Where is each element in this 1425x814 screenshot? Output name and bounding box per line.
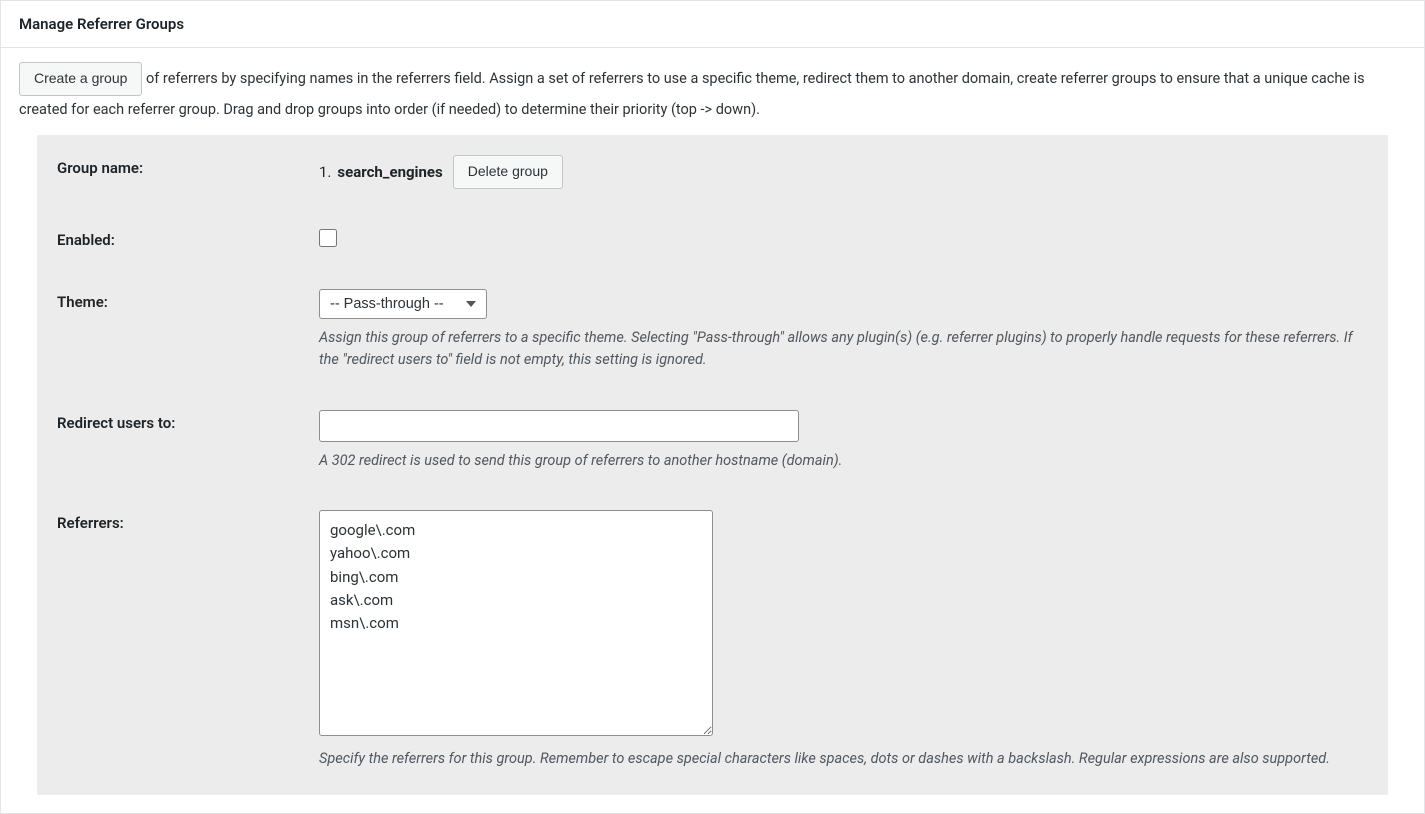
- row-redirect: Redirect users to: A 302 redirect is use…: [57, 410, 1368, 472]
- referrers-help-text: Specify the referrers for this group. Re…: [319, 748, 1368, 770]
- label-group-name: Group name:: [57, 155, 319, 177]
- label-referrers: Referrers:: [57, 510, 319, 532]
- redirect-input[interactable]: [319, 410, 799, 442]
- value-referrers: Specify the referrers for this group. Re…: [319, 510, 1368, 770]
- intro-text: Create a group of referrers by specifyin…: [19, 62, 1406, 123]
- intro-description: of referrers by specifying names in the …: [19, 70, 1365, 118]
- label-redirect: Redirect users to:: [57, 410, 319, 432]
- group-name-text: search_engines: [337, 163, 442, 181]
- value-group-name: 1. search_engines Delete group: [319, 155, 1368, 189]
- panel-title: Manage Referrer Groups: [19, 15, 1406, 33]
- label-enabled: Enabled:: [57, 227, 319, 249]
- panel-header: Manage Referrer Groups: [1, 1, 1424, 48]
- theme-select[interactable]: -- Pass-through --: [319, 289, 487, 319]
- value-redirect: A 302 redirect is used to send this grou…: [319, 410, 1368, 472]
- create-group-button[interactable]: Create a group: [19, 62, 142, 96]
- row-referrers: Referrers: Specify the referrers for thi…: [57, 510, 1368, 770]
- panel-body: Create a group of referrers by specifyin…: [1, 48, 1424, 813]
- value-enabled: [319, 227, 1368, 251]
- delete-group-button[interactable]: Delete group: [453, 155, 563, 189]
- row-enabled: Enabled:: [57, 227, 1368, 251]
- group-number: 1.: [319, 163, 331, 181]
- group-settings-box: Group name: 1. search_engines Delete gro…: [37, 135, 1388, 794]
- referrer-groups-panel: Manage Referrer Groups Create a group of…: [0, 0, 1425, 814]
- row-group-name: Group name: 1. search_engines Delete gro…: [57, 155, 1368, 189]
- theme-help-text: Assign this group of referrers to a spec…: [319, 327, 1368, 372]
- row-theme: Theme: -- Pass-through -- Assign this gr…: [57, 289, 1368, 372]
- value-theme: -- Pass-through -- Assign this group of …: [319, 289, 1368, 372]
- label-theme: Theme:: [57, 289, 319, 311]
- group-title-line: 1. search_engines Delete group: [319, 155, 1368, 189]
- referrers-textarea[interactable]: [319, 510, 713, 736]
- enabled-checkbox[interactable]: [319, 229, 337, 247]
- redirect-help-text: A 302 redirect is used to send this grou…: [319, 450, 1368, 472]
